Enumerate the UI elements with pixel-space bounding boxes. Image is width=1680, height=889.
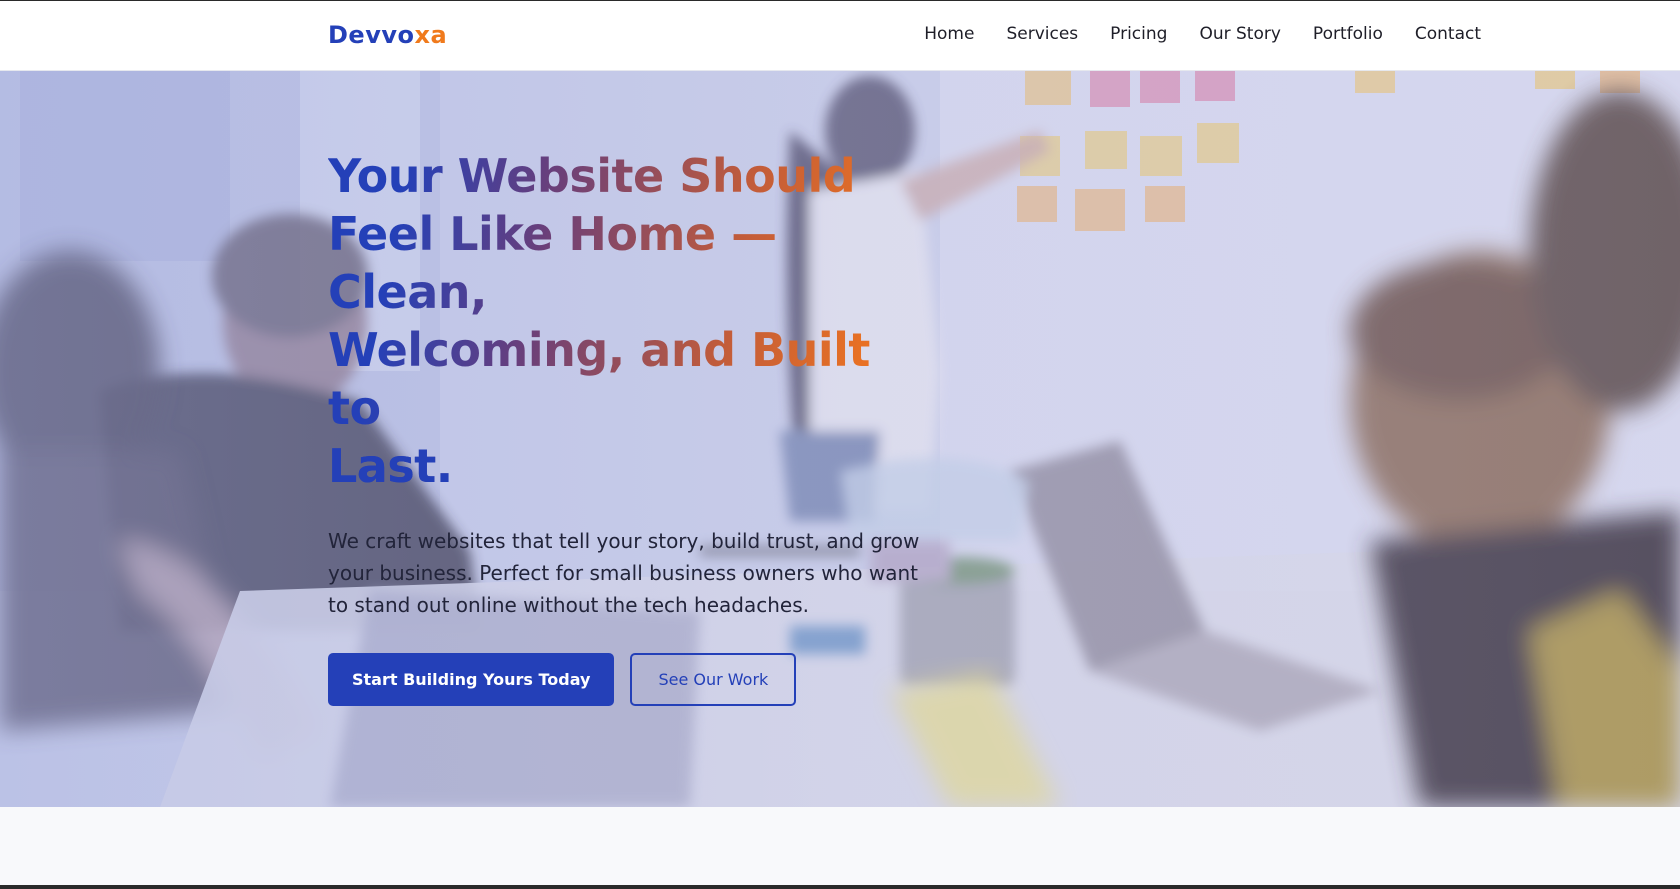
nav-home[interactable]: Home xyxy=(924,24,974,44)
see-our-work-button[interactable]: See Our Work xyxy=(630,653,797,706)
hero-buttons: Start Building Yours Today See Our Work xyxy=(328,653,928,706)
logo-text-accent: xa xyxy=(414,21,448,49)
headline-line-4: Last. xyxy=(328,439,453,493)
nav-pricing[interactable]: Pricing xyxy=(1110,24,1167,44)
headline-line-1: Your Website Should xyxy=(328,149,856,203)
nav-services[interactable]: Services xyxy=(1006,24,1078,44)
nav-contact[interactable]: Contact xyxy=(1415,24,1481,44)
navbar: Devvoxa Home Services Pricing Our Story … xyxy=(0,1,1680,71)
bottom-border xyxy=(0,885,1680,889)
nav-portfolio[interactable]: Portfolio xyxy=(1313,24,1383,44)
hero-section: Your Website Should Feel Like Home — Cle… xyxy=(0,71,1680,807)
headline-line-3: Welcoming, and Built to xyxy=(328,323,870,435)
main-nav: Home Services Pricing Our Story Portfoli… xyxy=(924,24,1481,44)
hero-headline: Your Website Should Feel Like Home — Cle… xyxy=(328,147,928,495)
hero-subtitle: We craft websites that tell your story, … xyxy=(328,529,920,617)
logo[interactable]: Devvoxa xyxy=(328,21,447,49)
start-building-button[interactable]: Start Building Yours Today xyxy=(328,653,615,706)
headline-line-2: Feel Like Home — Clean, xyxy=(328,207,777,319)
nav-our-story[interactable]: Our Story xyxy=(1199,24,1280,44)
next-section xyxy=(0,807,1680,885)
hero-content: Your Website Should Feel Like Home — Cle… xyxy=(328,147,928,706)
logo-text-primary: Devvo xyxy=(328,21,415,49)
